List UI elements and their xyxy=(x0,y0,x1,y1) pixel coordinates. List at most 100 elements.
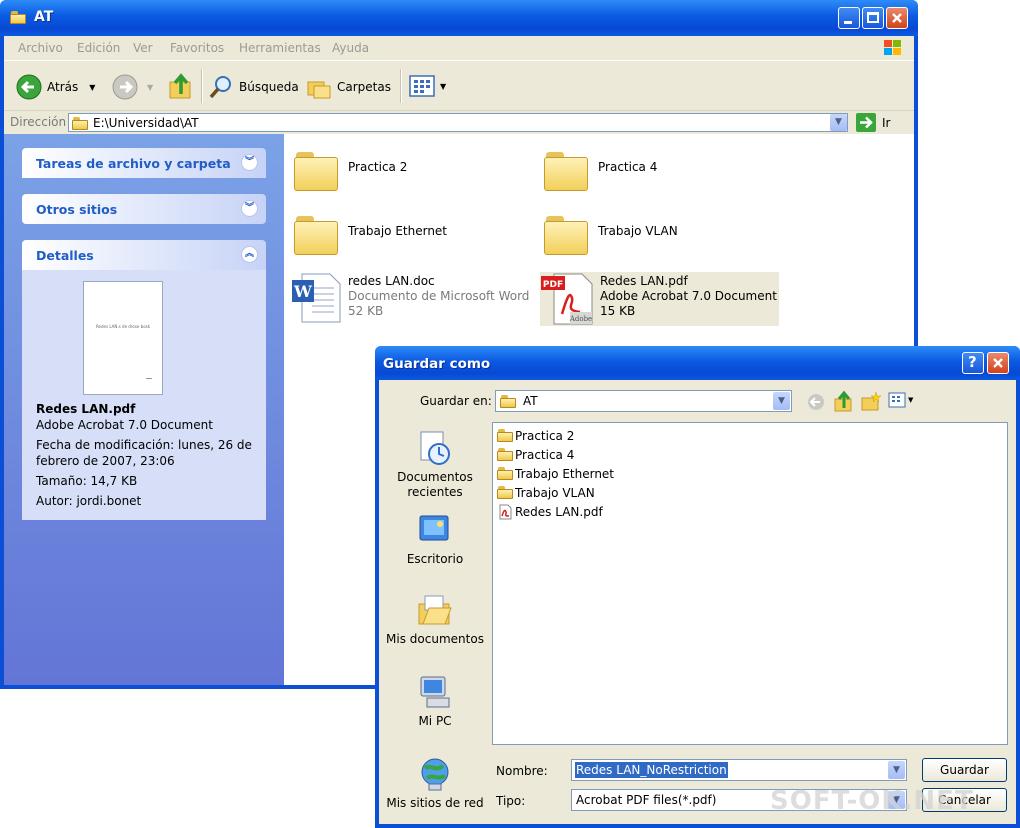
chevron-down-icon: ▼ xyxy=(908,396,914,404)
watermark-text: SOFT-OK.NET xyxy=(770,786,974,816)
place-desktop[interactable]: Escritorio xyxy=(384,512,486,567)
minimize-button[interactable] xyxy=(838,7,860,29)
toolbar: Atrás ▼ ▼ Búsqueda Carpetas ▼ xyxy=(4,60,914,110)
back-arrow-icon xyxy=(808,394,824,410)
list-item-name: Trabajo VLAN xyxy=(515,485,595,500)
item-name: Practica 4 xyxy=(598,160,658,174)
up-folder-nav-button[interactable] xyxy=(833,390,855,415)
details-filetype: Adobe Acrobat 7.0 Document xyxy=(36,418,213,432)
details-modified: Fecha de modificación: lunes, 26 de febr… xyxy=(36,438,252,468)
new-folder-button[interactable] xyxy=(860,391,882,414)
folder-icon xyxy=(500,394,518,408)
item-size: 52 KB xyxy=(348,304,384,318)
folders-icon xyxy=(307,81,331,99)
folder-item[interactable]: Practica 2 xyxy=(294,150,407,192)
place-recent-documents[interactable]: Documentos recientes xyxy=(384,430,486,500)
desktop-icon xyxy=(417,512,453,548)
recent-documents-icon xyxy=(417,430,453,466)
explorer-title-bar[interactable]: AT xyxy=(0,0,918,36)
maximize-button[interactable] xyxy=(862,7,884,29)
chevron-down-icon: ▼ xyxy=(888,761,905,779)
folder-item[interactable]: Trabajo VLAN xyxy=(544,214,678,256)
save-in-dropdown[interactable]: AT ▼ xyxy=(495,390,792,412)
back-button[interactable]: Atrás ▼ xyxy=(16,74,95,100)
dialog-title: Guardar como xyxy=(383,356,491,372)
list-item-name: Practica 2 xyxy=(515,428,575,443)
dialog-close-button[interactable] xyxy=(987,352,1009,374)
menu-ver[interactable]: Ver xyxy=(133,41,153,55)
menu-archivo[interactable]: Archivo xyxy=(18,41,63,55)
place-my-documents[interactable]: Mis documentos xyxy=(384,592,486,647)
file-folder-tasks-title: Tareas de archivo y carpeta xyxy=(36,156,231,171)
details-title: Detalles xyxy=(36,248,94,263)
folder-icon xyxy=(544,150,588,192)
folder-icon xyxy=(10,10,28,24)
folders-label: Carpetas xyxy=(337,80,391,94)
view-menu-button[interactable]: ▼ xyxy=(888,392,913,408)
filename-value: Redes LAN_NoRestriction xyxy=(575,762,728,778)
address-bar: Dirección E:\Universidad\AT ▼ Ir xyxy=(4,110,914,134)
places-bar: Documentos recientes Escritorio Mis docu… xyxy=(384,420,486,816)
windows-logo-icon xyxy=(882,38,904,58)
close-button[interactable] xyxy=(886,7,908,29)
list-item[interactable]: Practica 2 xyxy=(497,426,574,445)
views-button[interactable]: ▼ xyxy=(409,75,446,97)
menu-ayuda[interactable]: Ayuda xyxy=(332,41,369,55)
chevron-down-icon: ▼ xyxy=(830,114,847,131)
help-button[interactable]: ? xyxy=(962,352,984,374)
dialog-title-bar[interactable]: Guardar como ? xyxy=(375,346,1020,380)
menu-favoritos[interactable]: Favoritos xyxy=(170,41,224,55)
search-button[interactable]: Búsqueda xyxy=(208,74,299,100)
item-name: Trabajo Ethernet xyxy=(348,224,448,238)
other-places-title: Otros sitios xyxy=(36,202,118,217)
forward-button[interactable]: ▼ xyxy=(112,74,153,100)
svg-text:PDF: PDF xyxy=(543,280,563,290)
dialog-file-list: Practica 2 Practica 4 Trabajo Ethernet T… xyxy=(492,422,1008,745)
task-pane: Tareas de archivo y carpeta ︾ Otros siti… xyxy=(4,134,284,685)
list-item[interactable]: Practica 4 xyxy=(497,445,574,464)
filetype-value: Acrobat PDF files(*.pdf) xyxy=(576,793,717,807)
menu-edicion[interactable]: Edición xyxy=(77,41,120,55)
other-places-header[interactable]: Otros sitios ︾ xyxy=(22,194,266,224)
expand-chevron-icon[interactable]: ︾ xyxy=(241,154,258,171)
go-arrow-icon xyxy=(856,113,876,132)
my-documents-icon xyxy=(417,592,453,628)
save-button[interactable]: Guardar xyxy=(922,758,1007,782)
folder-icon xyxy=(497,467,513,480)
details-author: Autor: jordi.bonet xyxy=(36,494,142,508)
address-dropdown[interactable]: ▼ xyxy=(829,113,848,132)
folders-button[interactable]: Carpetas xyxy=(306,74,391,100)
menu-herramientas[interactable]: Herramientas xyxy=(239,41,321,55)
word-document-icon: W xyxy=(292,273,341,323)
expand-chevron-icon[interactable]: ︾ xyxy=(241,200,258,217)
collapse-chevron-icon[interactable]: ︽ xyxy=(241,246,258,263)
place-network[interactable]: Mis sitios de red xyxy=(384,756,486,811)
help-icon: ? xyxy=(968,353,977,371)
save-in-value: AT xyxy=(523,394,538,408)
file-item-selected[interactable]: PDF Adobe Redes LAN.pdf Adobe Acrobat 7.… xyxy=(540,272,779,326)
go-button[interactable]: Ir xyxy=(856,113,890,132)
svg-text:Adobe: Adobe xyxy=(569,315,592,323)
back-nav-button[interactable] xyxy=(806,392,826,415)
up-folder-button[interactable] xyxy=(168,72,194,100)
save-in-label: Guardar en: xyxy=(420,394,492,408)
file-item[interactable]: W redes LAN.doc Documento de Microsoft W… xyxy=(290,272,529,324)
folder-item[interactable]: Trabajo Ethernet xyxy=(294,214,447,256)
list-item[interactable]: Trabajo VLAN xyxy=(497,483,595,502)
details-header[interactable]: Detalles ︽ xyxy=(22,240,266,270)
views-dropdown-icon: ▼ xyxy=(440,81,447,91)
up-folder-icon xyxy=(169,73,191,99)
folder-icon xyxy=(294,214,338,256)
filename-input[interactable]: Redes LAN_NoRestriction ▼ xyxy=(571,759,907,781)
file-folder-tasks-header[interactable]: Tareas de archivo y carpeta ︾ xyxy=(22,148,266,178)
item-name: redes LAN.doc xyxy=(348,274,435,288)
place-my-computer[interactable]: Mi PC xyxy=(384,674,486,729)
list-item[interactable]: Redes LAN.pdf xyxy=(497,502,603,521)
folder-item[interactable]: Practica 4 xyxy=(544,150,657,192)
forward-dropdown-icon: ▼ xyxy=(147,82,154,92)
item-type: Adobe Acrobat 7.0 Document xyxy=(600,289,777,303)
list-item[interactable]: Trabajo Ethernet xyxy=(497,464,614,483)
folder-icon xyxy=(497,448,513,461)
address-input[interactable]: E:\Universidad\AT ▼ xyxy=(68,113,848,132)
list-item-name: Trabajo Ethernet xyxy=(515,466,615,481)
